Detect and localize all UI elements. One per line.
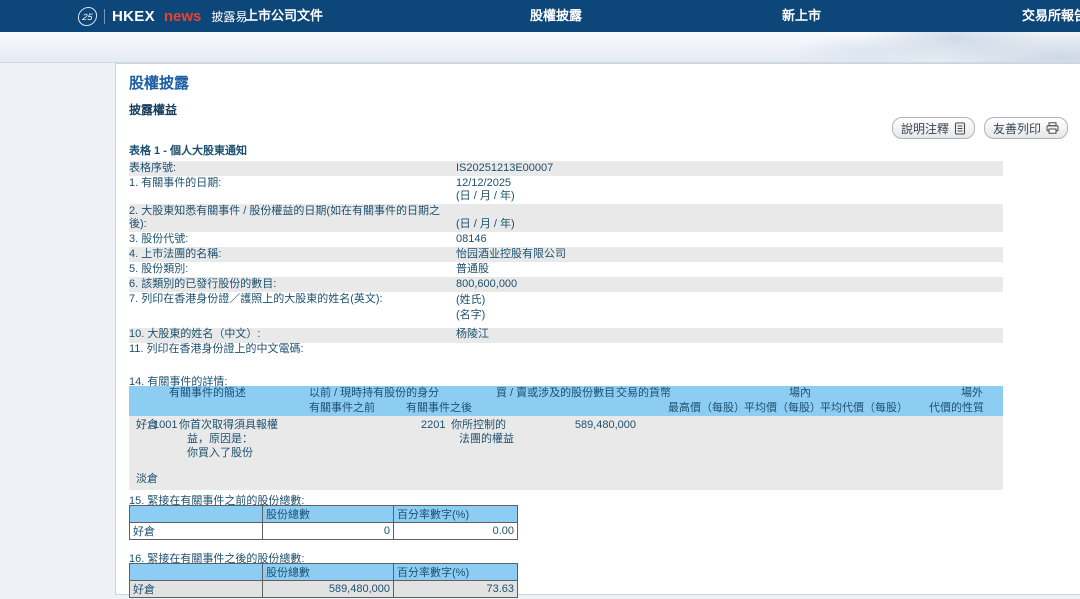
total-shares-header: 股份總數 [263,564,394,581]
event-description: 你首次取得須具報權益，原因是：你買入了股份 [179,418,278,460]
nav-menu-item[interactable]: 上市公司文件 [245,0,323,32]
capacity-after-description: 你所控制的法團的權益 [451,418,514,446]
form-row-value: 普通股 [456,263,1003,277]
blank-header-cell [130,506,263,523]
brand-chinese: 披露易 [211,8,247,25]
brand-news: news [164,8,202,25]
section14-table-header: 有關事件的簡述 以前 / 現時持有股份的身分 買 / 賣或涉及的股份數目 交易的… [129,386,1003,416]
hkex-25th-anniversary-icon: 25 [77,7,98,26]
col-currency: 交易的貨幣 [616,386,671,401]
logo-divider [104,9,105,24]
blank-header-cell [130,564,263,581]
form-row-value: (日 / 月 / 年) [456,205,1003,232]
form-row: 5. 股份類別: 普通股 [129,262,1003,277]
form-row-value: 800,600,000 [456,278,1003,292]
section15-table: 股份總數 百分率數字(%) 好倉 0 0.00 [129,505,518,540]
form-row-value: 杨陵江 [456,328,1003,342]
col-before-event: 有關事件之前 [309,401,375,416]
form-row: 7. 列印在香港身份證／護照上的大股東的姓名(英文): (姓氏)(名字) [129,292,1003,328]
page-title: 股權披露 [129,72,189,93]
hkexnews-logo[interactable]: 25 HKEX news 披露易 [78,0,247,32]
total-shares-value: 589,480,000 [263,581,394,598]
brand-hkex: HKEX [112,8,155,25]
form-row-label: 6. 該類別的已發行股份的數目: [129,278,456,292]
percentage-value: 0.00 [394,523,518,540]
col-shares-involved: 買 / 賣或涉及的股份數目 [496,386,615,401]
form-row-label: 11. 列印在香港身份證上的中文電碼: [129,343,456,357]
col-event-description: 有關事件的簡述 [169,386,246,401]
col-on-market: 場內 [789,386,811,401]
form-row: 6. 該類別的已發行股份的數目: 800,600,000 [129,277,1003,292]
position-label: 好倉 [130,581,263,598]
form-row: 2. 大股東知悉有關事件 / 股份權益的日期(如在有關事件的日期之後): (日 … [129,204,1003,232]
form-row-value: 12/12/2025(日 / 月 / 年) [456,177,1003,204]
print-button[interactable]: 友善列印 [984,117,1068,139]
total-shares-value: 0 [263,523,394,540]
nav-menu-item[interactable]: 新上市 [782,0,821,32]
form-row: 1. 有關事件的日期: 12/12/2025(日 / 月 / 年) [129,176,1003,204]
section16-table: 股份總數 百分率數字(%) 好倉 589,480,000 73.63 [129,563,518,598]
top-navbar: 25 HKEX news 披露易 上市公司文件 股權披露 新上市 交易所報告 [0,0,1080,32]
position-label: 好倉 [130,523,263,540]
page-subtitle: 披露權益 [129,101,177,118]
form-row-value [456,343,1003,357]
disclosure-form-rows: 表格序號: IS20251213E00007 1. 有關事件的日期: 12/12… [129,161,1003,358]
total-shares-header: 股份總數 [263,506,394,523]
percentage-value: 73.63 [394,581,518,598]
form-row: 4. 上市法團的名稱: 怡园酒业控股有限公司 [129,247,1003,262]
content-panel: 股權披露 披露權益 說明注釋 友善列印 表格 1 - 個人大股東通知 表格序號: [115,63,1080,595]
form-row-label: 2. 大股東知悉有關事件 / 股份權益的日期(如在有關事件的日期之後): [129,205,456,232]
col-average-price: 平均價（每股） [744,401,821,416]
table-row: 好倉 0 0.00 [130,523,518,540]
col-after-event: 有關事件之後 [406,401,472,416]
form-row-label: 10. 大股東的姓名（中文）: [129,328,456,342]
form-row-value: (姓氏)(名字) [456,293,1003,323]
form-row-label: 7. 列印在香港身份證／護照上的大股東的姓名(英文): [129,293,456,323]
printer-icon [1046,122,1059,134]
form-row: 10. 大股東的姓名（中文）: 杨陵江 [129,328,1003,343]
col-capacity: 以前 / 現時持有股份的身分 [309,386,439,401]
print-button-label: 友善列印 [993,120,1041,137]
percentage-header: 百分率數字(%) [394,564,518,581]
table-row: 好倉 589,480,000 73.63 [130,581,518,598]
col-consideration-nature: 代價的性質 [929,401,984,416]
form-row-label: 4. 上市法團的名稱: [129,248,456,262]
col-off-market: 場外 [961,386,983,401]
shares-involved-value: 589,480,000 [509,418,636,432]
form-row: 表格序號: IS20251213E00007 [129,161,1003,176]
form-row-value: 08146 [456,233,1003,247]
col-average-consideration: 平均代價（每股） [820,401,908,416]
event-code: 1001 [153,418,177,432]
percentage-header: 百分率數字(%) [394,506,518,523]
page-actions: 說明注釋 友善列印 [892,117,1068,139]
form-row-label: 5. 股份類別: [129,263,456,277]
form-title: 表格 1 - 個人大股東通知 [129,142,247,158]
form-row-value: 怡园酒业控股有限公司 [456,248,1003,262]
notes-button[interactable]: 說明注釋 [892,117,975,139]
form-row-label: 1. 有關事件的日期: [129,177,456,204]
notes-button-label: 說明注釋 [901,120,949,137]
header-banner [0,32,1080,63]
notes-icon [954,122,966,135]
capacity-after-code: 2201 [421,418,445,432]
form-row: 3. 股份代號: 08146 [129,232,1003,247]
short-position-label: 淡倉 [136,472,158,486]
form-row-value: IS20251213E00007 [456,162,1003,176]
section14-table-body: 好倉 1001 你首次取得須具報權益，原因是：你買入了股份 2201 你所控制的… [129,416,1003,490]
form-row: 11. 列印在香港身份證上的中文電碼: [129,343,1003,358]
nav-menu-item[interactable]: 交易所報告 [1022,0,1080,32]
col-highest-price: 最高價（每股） [668,401,745,416]
nav-menu-item[interactable]: 股權披露 [530,0,582,32]
form-row-label: 3. 股份代號: [129,233,456,247]
form-row-label: 表格序號: [129,162,456,176]
